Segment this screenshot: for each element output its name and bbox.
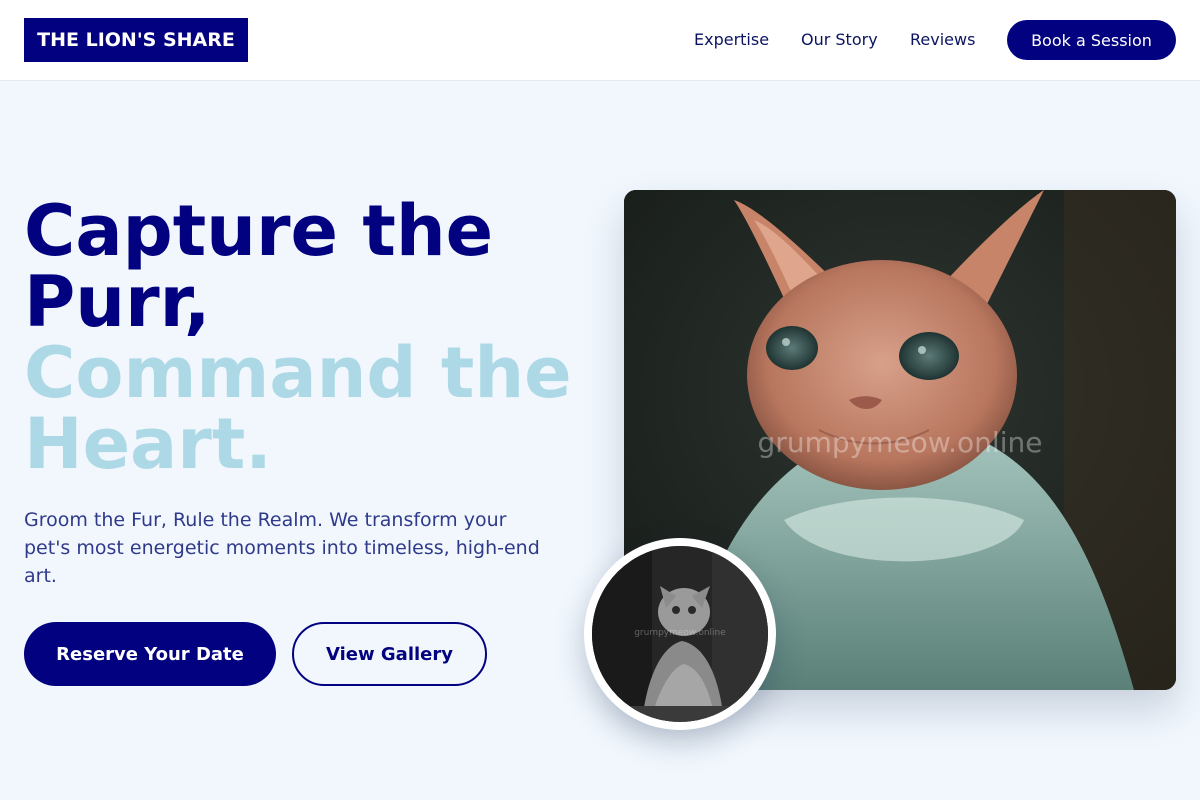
headline-secondary: Command the Heart. (24, 332, 572, 485)
secondary-cat-photo: grumpymeow.online (584, 538, 776, 730)
circle-watermark: grumpymeow.online (634, 628, 726, 638)
book-session-button[interactable]: Book a Session (1007, 20, 1176, 60)
image-watermark: grumpymeow.online (757, 426, 1043, 459)
hero-subtext: Groom the Fur, Rule the Realm. We transf… (24, 509, 540, 587)
reserve-date-button[interactable]: Reserve Your Date (24, 622, 276, 686)
nav-link-our-story[interactable]: Our Story (801, 28, 878, 52)
hero-headline: Capture the Purr, Command the Heart. (24, 196, 584, 480)
site-header: THE LION'S SHARE Expertise Our Story Rev… (0, 0, 1200, 81)
nav-link-reviews[interactable]: Reviews (910, 28, 975, 52)
secondary-cat-photo-inner: grumpymeow.online (592, 546, 768, 722)
brand-logo[interactable]: THE LION'S SHARE (24, 18, 248, 62)
nav-link-expertise[interactable]: Expertise (694, 28, 769, 52)
view-gallery-button[interactable]: View Gallery (292, 622, 487, 686)
headline-primary: Capture the Purr, (24, 190, 494, 343)
